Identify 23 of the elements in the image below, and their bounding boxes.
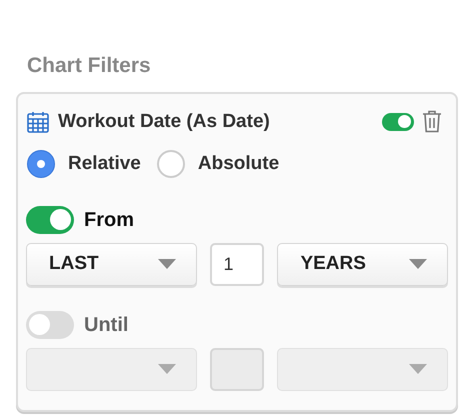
calendar-icon [26,110,50,134]
caret-icon [158,259,176,269]
radio-button[interactable] [156,150,185,178]
range-label: From [84,208,134,232]
toggle-switch[interactable] [382,112,414,131]
amount-field[interactable] [210,348,264,390]
dropdown[interactable] [26,348,197,390]
trash-icon[interactable] [422,110,442,134]
dropdown[interactable]: YEARS [277,242,448,286]
range-label: Until [84,312,128,338]
toggle-switch[interactable] [26,310,74,338]
caret-icon [409,364,427,374]
radio-button[interactable] [27,150,55,178]
radio-label: Absolute [198,152,280,176]
amount-field[interactable]: 1 [210,242,264,286]
toggle-switch[interactable] [26,206,74,234]
caret-icon [158,364,176,374]
dropdown[interactable]: LAST [26,242,197,286]
caret-icon [409,259,427,269]
filter-name: Workout Date (As Date) [58,110,270,134]
radio-label: Relative [68,152,141,176]
section-title: Chart Filters [27,53,152,79]
dropdown[interactable] [277,348,448,390]
